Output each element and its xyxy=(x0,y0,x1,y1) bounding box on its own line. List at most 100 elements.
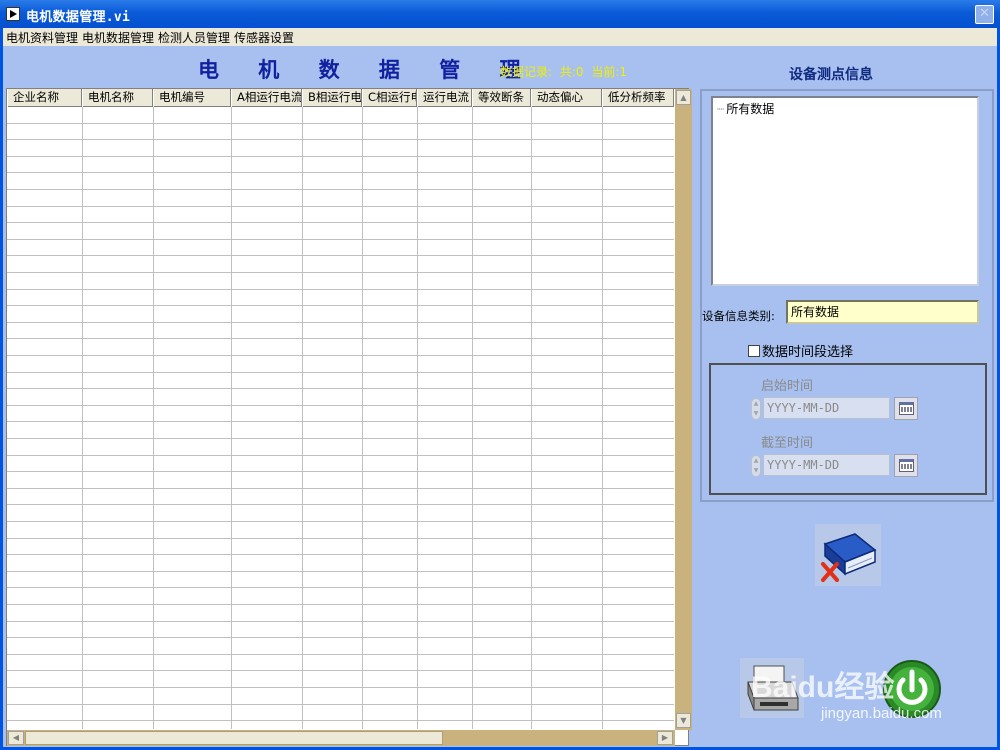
record-total: 共:0 xyxy=(559,65,584,79)
column-header-broken-bar[interactable]: 等效断条 xyxy=(472,89,531,107)
column-header-phase-c-current[interactable]: C相运行电 xyxy=(362,89,417,107)
table-row[interactable] xyxy=(7,671,674,688)
vertical-scrollbar[interactable]: ▲ ▼ xyxy=(675,89,692,730)
front-panel: 电 机 数 据 管 理 数据记录: 共:0 当前:1 企业名称 电机名称 电机编… xyxy=(3,46,997,747)
start-date-spinner-icon[interactable]: ▲ ▼ xyxy=(751,398,761,420)
column-divider xyxy=(231,107,232,729)
date-range-group: 启始时间 ▲ ▼ YYYY-MM-DD 截至时间 ▲ ▼ YYYY-MM-DD xyxy=(709,363,987,495)
table-row[interactable] xyxy=(7,622,674,639)
scroll-left-arrow-icon[interactable]: ◀ xyxy=(8,731,24,745)
table-row[interactable] xyxy=(7,124,674,141)
scroll-up-arrow-icon[interactable]: ▲ xyxy=(676,90,691,105)
menu-bar: 电机资料管理 电机数据管理 检测人员管理 传感器设置 xyxy=(3,28,997,46)
table-row[interactable] xyxy=(7,505,674,522)
column-divider xyxy=(472,107,473,729)
table-row[interactable] xyxy=(7,439,674,456)
book-delete-icon xyxy=(815,524,881,586)
tree-item-label: 所有数据 xyxy=(726,102,775,116)
close-button[interactable]: ✕ xyxy=(975,5,994,24)
table-row[interactable] xyxy=(7,489,674,506)
page-title: 电 机 数 据 管 理 xyxy=(198,57,537,82)
column-header-phase-b-current[interactable]: B相运行电 xyxy=(302,89,362,107)
record-label: 数据记录: xyxy=(500,65,553,79)
table-row[interactable] xyxy=(7,339,674,356)
table-row[interactable] xyxy=(7,588,674,605)
column-header-company[interactable]: 企业名称 xyxy=(7,89,82,107)
table-row[interactable] xyxy=(7,688,674,705)
table-row[interactable] xyxy=(7,539,674,556)
tree-branch-icon: ┈ xyxy=(717,102,725,116)
table-row[interactable] xyxy=(7,173,674,190)
table-row[interactable] xyxy=(7,373,674,390)
scroll-down-arrow-icon[interactable]: ▼ xyxy=(676,713,691,728)
table-row[interactable] xyxy=(7,240,674,257)
title-bar: 电机数据管理.vi ✕ xyxy=(0,0,1000,28)
table-row[interactable] xyxy=(7,655,674,672)
table-row[interactable] xyxy=(7,572,674,589)
table-row[interactable] xyxy=(7,555,674,572)
device-tree[interactable]: ┈ 所有数据 xyxy=(711,96,979,286)
table-row[interactable] xyxy=(7,638,674,655)
window-title: 电机数据管理.vi xyxy=(26,10,131,25)
category-label: 设备信息类别: xyxy=(702,309,775,323)
table-row[interactable] xyxy=(7,406,674,423)
device-info-panel: ┈ 所有数据 设备信息类别: 所有数据 数据时间段选择 启始时间 ▲ ▼ YYYY-… xyxy=(700,89,994,502)
end-date-spinner-icon[interactable]: ▲ ▼ xyxy=(751,455,761,477)
table-row[interactable] xyxy=(7,456,674,473)
table-row[interactable] xyxy=(7,157,674,174)
category-field[interactable]: 所有数据 xyxy=(786,300,979,324)
table-row[interactable] xyxy=(7,107,674,124)
start-time-label: 启始时间 xyxy=(761,379,814,394)
menu-item-motor-data[interactable]: 电机数据管理 xyxy=(82,29,154,46)
table-body[interactable] xyxy=(7,107,674,729)
side-panel-title: 设备测点信息 xyxy=(789,67,873,83)
table-row[interactable] xyxy=(7,422,674,439)
start-date-input[interactable]: YYYY-MM-DD xyxy=(763,397,890,419)
table-row[interactable] xyxy=(7,522,674,539)
baidu-watermark-url: jingyan.baidu.com xyxy=(821,705,942,722)
calendar-icon xyxy=(899,402,914,415)
table-row[interactable] xyxy=(7,356,674,373)
table-row[interactable] xyxy=(7,605,674,622)
table-row[interactable] xyxy=(7,389,674,406)
end-time-label: 截至时间 xyxy=(761,436,814,451)
end-date-input[interactable]: YYYY-MM-DD xyxy=(763,454,890,476)
table-row[interactable] xyxy=(7,223,674,240)
horizontal-scroll-thumb[interactable] xyxy=(25,731,443,745)
table-row[interactable] xyxy=(7,705,674,722)
table-row[interactable] xyxy=(7,256,674,273)
calendar-icon xyxy=(899,459,914,472)
column-divider xyxy=(82,107,83,729)
table-row[interactable] xyxy=(7,306,674,323)
column-header-phase-a-current[interactable]: A相运行电流 xyxy=(231,89,302,107)
time-range-option[interactable]: 数据时间段选择 xyxy=(748,341,853,360)
column-divider xyxy=(302,107,303,729)
table-header: 企业名称 电机名称 电机编号 A相运行电流 B相运行电 C相运行电 运行电流 等… xyxy=(7,89,674,107)
column-header-low-freq-analysis[interactable]: 低分析频率 xyxy=(602,89,674,107)
menu-item-motor-info[interactable]: 电机资料管理 xyxy=(6,29,78,46)
column-header-motor-name[interactable]: 电机名称 xyxy=(82,89,153,107)
column-header-running-current[interactable]: 运行电流 xyxy=(417,89,472,107)
table-row[interactable] xyxy=(7,290,674,307)
table-row[interactable] xyxy=(7,323,674,340)
baidu-watermark-logo: Baidu经验 xyxy=(751,671,895,704)
menu-item-sensor-settings[interactable]: 传感器设置 xyxy=(234,29,294,46)
time-range-checkbox[interactable] xyxy=(748,344,760,357)
column-header-dynamic-eccentricity[interactable]: 动态偏心 xyxy=(531,89,602,107)
column-divider xyxy=(531,107,532,729)
horizontal-scrollbar[interactable]: ◀ ▶ xyxy=(7,730,675,746)
menu-item-inspectors[interactable]: 检测人员管理 xyxy=(158,29,230,46)
delete-record-button[interactable] xyxy=(815,524,881,586)
column-header-motor-id[interactable]: 电机编号 xyxy=(153,89,231,107)
table-row[interactable] xyxy=(7,472,674,489)
tree-item-all-data[interactable]: ┈ 所有数据 xyxy=(717,100,774,117)
end-date-calendar-button[interactable] xyxy=(894,454,918,477)
scroll-right-arrow-icon[interactable]: ▶ xyxy=(657,731,673,745)
table-row[interactable] xyxy=(7,140,674,157)
table-row[interactable] xyxy=(7,273,674,290)
start-date-calendar-button[interactable] xyxy=(894,397,918,420)
data-table[interactable]: 企业名称 电机名称 电机编号 A相运行电流 B相运行电 C相运行电 运行电流 等… xyxy=(6,88,692,746)
table-row[interactable] xyxy=(7,190,674,207)
column-divider xyxy=(602,107,603,729)
table-row[interactable] xyxy=(7,207,674,224)
